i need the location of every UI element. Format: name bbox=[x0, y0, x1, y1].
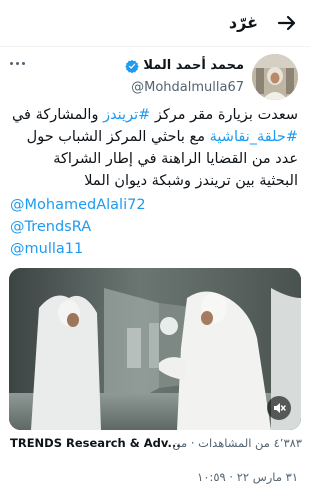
mention-link[interactable]: @MohamedAlali72 bbox=[10, 194, 146, 216]
mute-button[interactable] bbox=[267, 396, 291, 420]
attribution-source-link[interactable]: TRENDS Research & Adv... bbox=[10, 436, 181, 450]
page-title: غرّد bbox=[228, 13, 258, 32]
verified-badge-icon bbox=[125, 59, 140, 73]
back-button[interactable] bbox=[276, 12, 298, 34]
avatar-photo bbox=[252, 54, 298, 100]
hashtag-link[interactable]: #حلقة_نقاشية bbox=[210, 129, 298, 145]
mention-link[interactable]: @TrendsRA bbox=[10, 216, 146, 238]
mention-link[interactable]: @mulla11 bbox=[10, 238, 146, 260]
hashtag-link[interactable]: #تريندز bbox=[103, 107, 150, 123]
video-frame bbox=[9, 268, 301, 430]
more-options-button[interactable] bbox=[10, 56, 34, 70]
header-divider bbox=[0, 46, 310, 47]
author-handle[interactable]: @Mohdalmulla67 bbox=[131, 80, 244, 95]
video-player[interactable] bbox=[9, 268, 301, 430]
author-name[interactable]: محمد أحمد الملا bbox=[143, 58, 244, 73]
tweet-text-segment: سعدت بزيارة مقر مركز bbox=[150, 107, 298, 123]
tweet-text: سعدت بزيارة مقر مركز #تريندز والمشاركة ف… bbox=[10, 104, 298, 192]
avatar[interactable] bbox=[252, 54, 298, 100]
view-count: ٤٬٣٨٣ من المشاهدات · من bbox=[172, 436, 302, 450]
video-attribution: TRENDS Research & Adv... ٤٬٣٨٣ من المشاه… bbox=[10, 436, 302, 454]
more-dot bbox=[10, 61, 13, 65]
tweet-timestamp[interactable]: ٣١ مارس ٢٢ · ١٠:٥٩ bbox=[197, 470, 298, 484]
arrow-right-icon bbox=[277, 15, 296, 31]
author-row: محمد أحمد الملا bbox=[125, 58, 244, 73]
mentions-list: @MohamedAlali72 @TrendsRA @mulla11 bbox=[10, 194, 146, 260]
more-dot bbox=[22, 61, 25, 65]
tweet-text-segment: والمشاركة في bbox=[11, 107, 104, 123]
speaker-muted-icon bbox=[274, 403, 286, 413]
more-dot bbox=[16, 61, 19, 65]
top-bar: غرّد bbox=[0, 0, 310, 46]
